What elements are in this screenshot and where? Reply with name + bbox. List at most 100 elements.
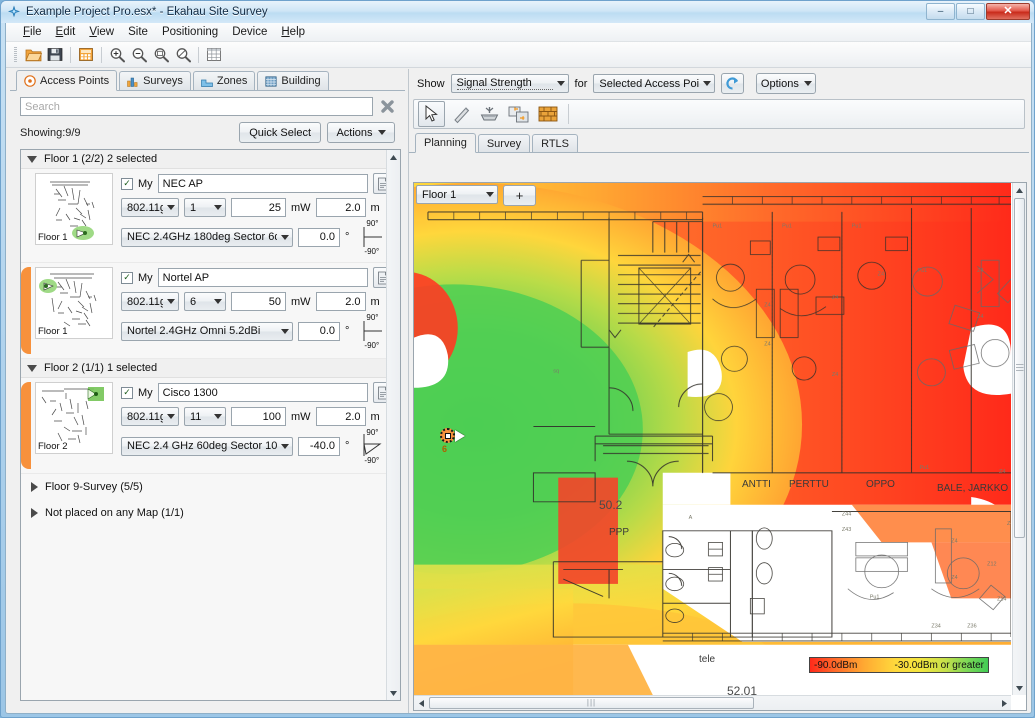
floor-thumbnail[interactable]: Floor 2 (35, 382, 113, 454)
menu-device[interactable]: Device (225, 24, 274, 40)
tab-building[interactable]: Building (257, 71, 329, 90)
channel-select[interactable]: 6 (184, 292, 226, 311)
toolbar-grip[interactable] (14, 46, 17, 63)
map-overlay-tool-icon[interactable] (505, 101, 532, 127)
tab-rtls[interactable]: RTLS (532, 134, 578, 152)
for-select[interactable]: Selected Access Points (593, 74, 716, 93)
close-button[interactable]: ✕ (986, 3, 1030, 20)
open-project-icon[interactable] (22, 45, 44, 65)
map-vertical-scrollbar[interactable]: ||| (1012, 183, 1026, 695)
add-floor-button[interactable]: + (503, 185, 536, 206)
chevron-right-icon[interactable] (31, 482, 38, 492)
power-input[interactable]: 100 (231, 407, 286, 426)
map-canvas[interactable]: Pu1 Pu1 Pu1 Z4 Z4 Z4 Z4 Z4 Pu1 Z4 Z4 Pu1 Z4 Z43… (414, 183, 1011, 695)
ap-name-input[interactable]: Cisco 1300 (157, 383, 369, 402)
grid-icon[interactable] (203, 45, 225, 65)
zoom-in-icon[interactable] (106, 45, 128, 65)
table-row[interactable]: Floor 1 ✓ My NEC AP 802.11g 1 25 mW 2.0 … (21, 169, 395, 263)
scroll-up-icon[interactable] (1013, 183, 1026, 197)
tab-planning[interactable]: Planning (415, 133, 476, 153)
my-checkbox[interactable]: ✓ (121, 271, 133, 284)
group-header-not-placed[interactable]: Not placed on any Map (1/1) (21, 500, 386, 526)
ap-list-scrollbar[interactable] (386, 150, 400, 700)
ap-name-input[interactable]: Nortel AP (157, 268, 369, 287)
svg-text:Pu1: Pu1 (782, 223, 792, 229)
height-input[interactable]: 2.0 (315, 407, 366, 426)
legend-max-label: -30.0dBm or greater (894, 659, 985, 671)
chevron-right-icon[interactable] (31, 508, 38, 518)
antenna-select[interactable]: Nortel 2.4GHz Omni 5.2dBi (121, 321, 293, 341)
options-label: Options (760, 77, 799, 90)
room-label: 52.01 (727, 684, 758, 695)
floor-select[interactable]: Floor 1 (416, 185, 498, 204)
tab-access-points[interactable]: Access Points (16, 70, 118, 91)
group-header-floor-1[interactable]: Floor 1 (2/2) 2 selected (21, 150, 386, 169)
height-input[interactable]: 2.0 (315, 198, 366, 217)
chevron-down-icon[interactable] (27, 364, 37, 372)
standard-select[interactable]: 802.11g (121, 407, 179, 426)
chevron-down-icon (167, 205, 175, 210)
zoom-out-icon[interactable] (128, 45, 150, 65)
power-input[interactable]: 50 (231, 292, 286, 311)
floor-thumbnail[interactable]: Floor 1 (35, 173, 113, 245)
group-header-floor-2[interactable]: Floor 2 (1/1) 1 selected (21, 359, 386, 378)
tab-survey[interactable]: Survey (477, 134, 531, 152)
standard-select[interactable]: 802.11g (121, 292, 179, 311)
standard-select[interactable]: 802.11g (121, 198, 179, 217)
place-ap-tool-icon[interactable] (476, 101, 503, 127)
group-header-floor-9-survey[interactable]: Floor 9-Survey (5/5) (21, 474, 386, 500)
my-checkbox[interactable]: ✓ (121, 386, 133, 399)
table-row[interactable]: Floor 2 ✓ My Cisco 1300 802.11g 11 100 m… (21, 378, 395, 474)
power-input[interactable]: 25 (231, 198, 286, 217)
zoom-fit-icon[interactable] (150, 45, 172, 65)
save-project-icon[interactable] (44, 45, 66, 65)
quick-select-button[interactable]: Quick Select (239, 122, 321, 143)
tab-surveys[interactable]: Surveys (119, 71, 191, 90)
menu-site[interactable]: Site (121, 24, 155, 40)
report-icon[interactable] (75, 45, 97, 65)
options-button[interactable]: Options (756, 73, 817, 94)
zoom-actual-icon[interactable] (172, 45, 194, 65)
measure-tool-icon[interactable] (447, 101, 474, 127)
actions-button[interactable]: Actions (327, 122, 395, 143)
menu-edit[interactable]: Edit (49, 24, 83, 40)
scroll-thumb[interactable]: ||| (429, 697, 754, 709)
clear-x-icon[interactable] (378, 97, 397, 116)
tab-zones[interactable]: Zones (192, 71, 256, 90)
floor-thumbnail[interactable]: Floor 1 (35, 267, 113, 339)
scroll-down-icon[interactable] (387, 686, 400, 700)
menu-positioning[interactable]: Positioning (155, 24, 225, 40)
tilt-input[interactable]: 0.0 (298, 227, 340, 247)
menu-file[interactable]: FFileile (16, 24, 49, 40)
menu-help[interactable]: Help (274, 24, 312, 40)
scroll-thumb[interactable]: ||| (1014, 198, 1025, 538)
refresh-button[interactable] (721, 73, 745, 94)
my-checkbox[interactable]: ✓ (121, 177, 133, 190)
wall-tool-icon[interactable] (534, 101, 561, 127)
table-row[interactable]: Floor 1 ✓ My Nortel AP 802.11g 6 50 mW 2… (21, 263, 395, 359)
height-input[interactable]: 2.0 (315, 292, 366, 311)
search-input[interactable] (20, 97, 373, 116)
grip-icon: ||| (586, 698, 597, 707)
select-tool-icon[interactable] (418, 101, 445, 127)
map-horizontal-scrollbar[interactable]: ||| (414, 695, 1011, 710)
antenna-select[interactable]: NEC 2.4 GHz 60deg Sector 10dBi (121, 436, 293, 456)
tilt-input[interactable]: 0.0 (298, 321, 340, 341)
scroll-down-icon[interactable] (1013, 681, 1026, 695)
map-view[interactable]: Pu1 Pu1 Pu1 Z4 Z4 Z4 Z4 Z4 Pu1 Z4 Z4 Pu1 Z4 Z43… (413, 182, 1027, 711)
title-bar: Example Project Pro.esx* - Ekahau Site S… (1, 1, 1034, 23)
scroll-up-icon[interactable] (387, 150, 400, 164)
antenna-select[interactable]: NEC 2.4GHz 180deg Sector 6dBi (121, 227, 293, 247)
menu-view[interactable]: View (82, 24, 121, 40)
show-select[interactable]: Signal Strength (450, 74, 569, 93)
channel-select[interactable]: 1 (184, 198, 226, 217)
channel-select[interactable]: 11 (184, 407, 226, 426)
map-ap-marker[interactable]: 6 (440, 428, 465, 454)
chevron-down-icon[interactable] (27, 155, 37, 163)
maximize-button[interactable]: □ (956, 3, 985, 20)
scroll-left-icon[interactable] (414, 696, 428, 710)
scroll-right-icon[interactable] (997, 696, 1011, 710)
ap-name-input[interactable]: NEC AP (157, 174, 369, 193)
tilt-input[interactable]: -40.0 (298, 436, 340, 456)
minimize-button[interactable]: – (926, 3, 955, 20)
